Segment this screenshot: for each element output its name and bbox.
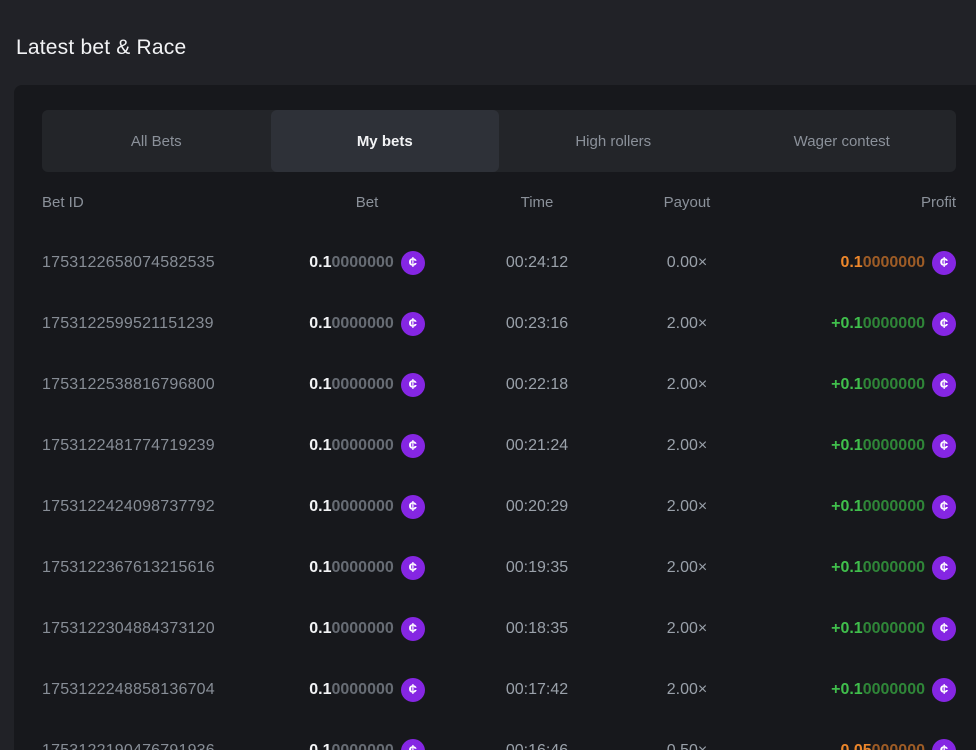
table-header: Bet ID Bet Time Payout Profit — [42, 172, 956, 232]
column-header-payout: Payout — [622, 194, 752, 211]
page-title: Latest bet & Race — [0, 0, 976, 85]
coin-icon: ¢ — [401, 312, 425, 336]
tab-all-bets[interactable]: All Bets — [42, 110, 271, 172]
table-row[interactable]: 1753122658074582535 0.10000000 ¢ 00:24:1… — [42, 232, 956, 293]
profit-cell: +0.10000000 ¢ — [752, 495, 956, 519]
bet-id-cell: 1753122481774719239 — [42, 437, 282, 455]
bets-table-body: 1753122658074582535 0.10000000 ¢ 00:24:1… — [42, 232, 956, 750]
time-cell: 00:16:46 — [452, 742, 622, 750]
table-row[interactable]: 1753122304884373120 0.10000000 ¢ 00:18:3… — [42, 598, 956, 659]
payout-cell: 2.00× — [622, 437, 752, 455]
coin-icon: ¢ — [932, 373, 956, 397]
table-row[interactable]: 1753122424098737792 0.10000000 ¢ 00:20:2… — [42, 476, 956, 537]
time-cell: 00:24:12 — [452, 254, 622, 272]
latest-bets-panel: All Bets My bets High rollers Wager cont… — [14, 85, 976, 750]
profit-cell: +0.10000000 ¢ — [752, 373, 956, 397]
column-header-profit: Profit — [752, 194, 956, 211]
bet-amount-cell: 0.10000000 ¢ — [282, 556, 452, 580]
bet-amount-cell: 0.10000000 ¢ — [282, 373, 452, 397]
payout-cell: 2.00× — [622, 559, 752, 577]
coin-icon: ¢ — [932, 617, 956, 641]
tab-wager-contest[interactable]: Wager contest — [728, 110, 957, 172]
time-cell: 00:23:16 — [452, 315, 622, 333]
table-row[interactable]: 1753122248858136704 0.10000000 ¢ 00:17:4… — [42, 659, 956, 720]
coin-icon: ¢ — [932, 495, 956, 519]
profit-cell: 0.05000000 ¢ — [752, 739, 956, 750]
time-cell: 00:18:35 — [452, 620, 622, 638]
time-cell: 00:19:35 — [452, 559, 622, 577]
coin-icon: ¢ — [401, 495, 425, 519]
table-row[interactable]: 1753122367613215616 0.10000000 ¢ 00:19:3… — [42, 537, 956, 598]
time-cell: 00:17:42 — [452, 681, 622, 699]
bets-tabs: All Bets My bets High rollers Wager cont… — [42, 110, 956, 172]
coin-icon: ¢ — [932, 556, 956, 580]
coin-icon: ¢ — [401, 739, 425, 750]
coin-icon: ¢ — [401, 678, 425, 702]
bet-amount-cell: 0.10000000 ¢ — [282, 678, 452, 702]
coin-icon: ¢ — [401, 251, 425, 275]
time-cell: 00:20:29 — [452, 498, 622, 516]
bet-id-cell: 1753122424098737792 — [42, 498, 282, 516]
profit-cell: +0.10000000 ¢ — [752, 678, 956, 702]
payout-cell: 0.50× — [622, 742, 752, 750]
bet-amount-cell: 0.10000000 ¢ — [282, 434, 452, 458]
table-row[interactable]: 1753122190476791936 0.10000000 ¢ 00:16:4… — [42, 720, 956, 750]
coin-icon: ¢ — [932, 678, 956, 702]
column-header-bet: Bet — [282, 194, 452, 211]
bet-id-cell: 1753122304884373120 — [42, 620, 282, 638]
bet-id-cell: 1753122599521151239 — [42, 315, 282, 333]
bet-amount-cell: 0.10000000 ¢ — [282, 251, 452, 275]
payout-cell: 2.00× — [622, 498, 752, 516]
column-header-time: Time — [452, 194, 622, 211]
bet-id-cell: 1753122658074582535 — [42, 254, 282, 272]
coin-icon: ¢ — [932, 739, 956, 750]
tab-my-bets[interactable]: My bets — [271, 110, 500, 172]
column-header-bet-id: Bet ID — [42, 194, 282, 211]
coin-icon: ¢ — [401, 434, 425, 458]
bet-id-cell: 1753122248858136704 — [42, 681, 282, 699]
table-row[interactable]: 1753122599521151239 0.10000000 ¢ 00:23:1… — [42, 293, 956, 354]
profit-cell: +0.10000000 ¢ — [752, 312, 956, 336]
coin-icon: ¢ — [932, 312, 956, 336]
payout-cell: 2.00× — [622, 620, 752, 638]
bet-amount-cell: 0.10000000 ¢ — [282, 495, 452, 519]
profit-cell: 0.10000000 ¢ — [752, 251, 956, 275]
profit-cell: +0.10000000 ¢ — [752, 556, 956, 580]
time-cell: 00:21:24 — [452, 437, 622, 455]
payout-cell: 0.00× — [622, 254, 752, 272]
table-row[interactable]: 1753122481774719239 0.10000000 ¢ 00:21:2… — [42, 415, 956, 476]
coin-icon: ¢ — [401, 617, 425, 641]
bet-amount-cell: 0.10000000 ¢ — [282, 617, 452, 641]
bet-id-cell: 1753122367613215616 — [42, 559, 282, 577]
bet-amount-cell: 0.10000000 ¢ — [282, 312, 452, 336]
coin-icon: ¢ — [401, 373, 425, 397]
tab-high-rollers[interactable]: High rollers — [499, 110, 728, 172]
bet-id-cell: 1753122190476791936 — [42, 742, 282, 750]
coin-icon: ¢ — [932, 251, 956, 275]
bet-id-cell: 1753122538816796800 — [42, 376, 282, 394]
profit-cell: +0.10000000 ¢ — [752, 617, 956, 641]
table-row[interactable]: 1753122538816796800 0.10000000 ¢ 00:22:1… — [42, 354, 956, 415]
profit-cell: +0.10000000 ¢ — [752, 434, 956, 458]
payout-cell: 2.00× — [622, 681, 752, 699]
time-cell: 00:22:18 — [452, 376, 622, 394]
coin-icon: ¢ — [932, 434, 956, 458]
coin-icon: ¢ — [401, 556, 425, 580]
payout-cell: 2.00× — [622, 315, 752, 333]
payout-cell: 2.00× — [622, 376, 752, 394]
bet-amount-cell: 0.10000000 ¢ — [282, 739, 452, 750]
